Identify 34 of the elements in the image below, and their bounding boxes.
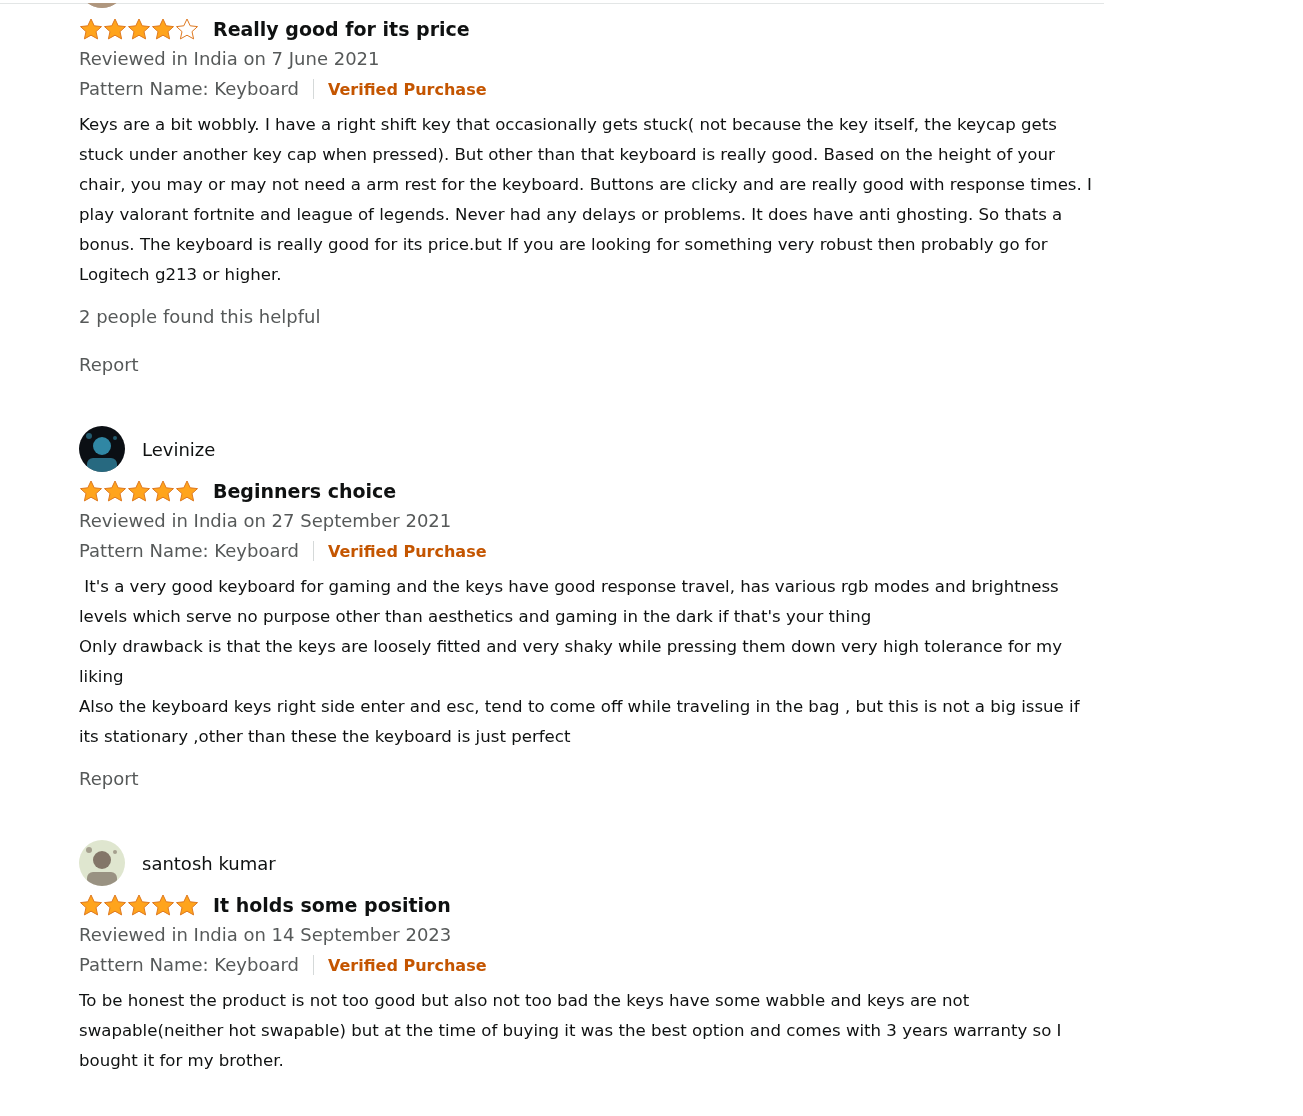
star-icon (103, 18, 127, 40)
star-icon (175, 894, 199, 916)
review-text: Keys are a bit wobbly. I have a right shift key that occasionally gets stuck( not because the key itself, the keycap gets stuck under another key cap when pressed). But other than that keyboard is really good. Based on the height of your chair, you may or may not need a arm rest for the keyboard. Buttons are clicky and are really good with response times. I play valorant fortnite and league of legends. Never had any delays or problems. It does have anti ghosting. So thats a bonus. The keyboard is really good for its price.but If you are looking for something very robust then probably go for Logitech g213 or higher. (79, 114, 1093, 286)
reviewer-name[interactable]: santosh kumar (142, 852, 276, 874)
pattern-name: Pattern Name: Keyboard (79, 953, 299, 977)
verified-purchase-label: Verified Purchase (328, 541, 487, 561)
star-icon (151, 894, 175, 916)
star-icon (79, 18, 103, 40)
star-icon (175, 480, 199, 502)
star-icon (103, 480, 127, 502)
review-date: Reviewed in India on 27 September 2021 (79, 509, 453, 533)
pattern-name: Pattern Name: Keyboard (79, 77, 299, 101)
star-icon (151, 480, 175, 502)
review-title[interactable]: It holds some position (213, 894, 451, 916)
report-link[interactable]: Report (79, 350, 139, 380)
review-text: To be honest the product is not too good but also not too bad the keys have some wabble and keys are not swapable(neither hot swapable) but at the time of buying it was the best option and comes with 3 years warranty so I bought it for my brother. (79, 990, 1063, 1072)
star-icon (79, 480, 103, 502)
star-icon (151, 18, 175, 40)
star-icon (127, 480, 151, 502)
review-title[interactable]: Really good for its price (213, 18, 470, 40)
verified-purchase-label: Verified Purchase (328, 79, 487, 99)
review-date: Reviewed in India on 7 June 2021 (79, 47, 381, 71)
star-icon (127, 18, 151, 40)
helpful-count: 2 people found this helpful (79, 305, 322, 329)
verified-purchase-label: Verified Purchase (328, 955, 487, 975)
review-date: Reviewed in India on 14 September 2023 (79, 923, 453, 947)
star-icon (79, 894, 103, 916)
pattern-name: Pattern Name: Keyboard (79, 539, 299, 563)
star-icon (127, 894, 151, 916)
review-title[interactable]: Beginners choice (213, 480, 397, 502)
reviewer-name[interactable]: Levinize (142, 438, 216, 460)
star-icon (103, 894, 127, 916)
review-text: It's a very good keyboard for gaming and the keys have good response travel, has various rgb modes and brightness levels which serve no purpose other than aesthetics and gaming in the dark if that's your thing Only drawback is that the keys are loosely fitted and very shaky while pressing them down very high tolerance for my liking Also the keyboard keys right side enter and esc, tend to come off while traveling in the bag , but this is not a big issue if its stationary ,other than these the keyboard is just perfect (79, 576, 1081, 748)
report-link[interactable]: Report (79, 764, 139, 794)
